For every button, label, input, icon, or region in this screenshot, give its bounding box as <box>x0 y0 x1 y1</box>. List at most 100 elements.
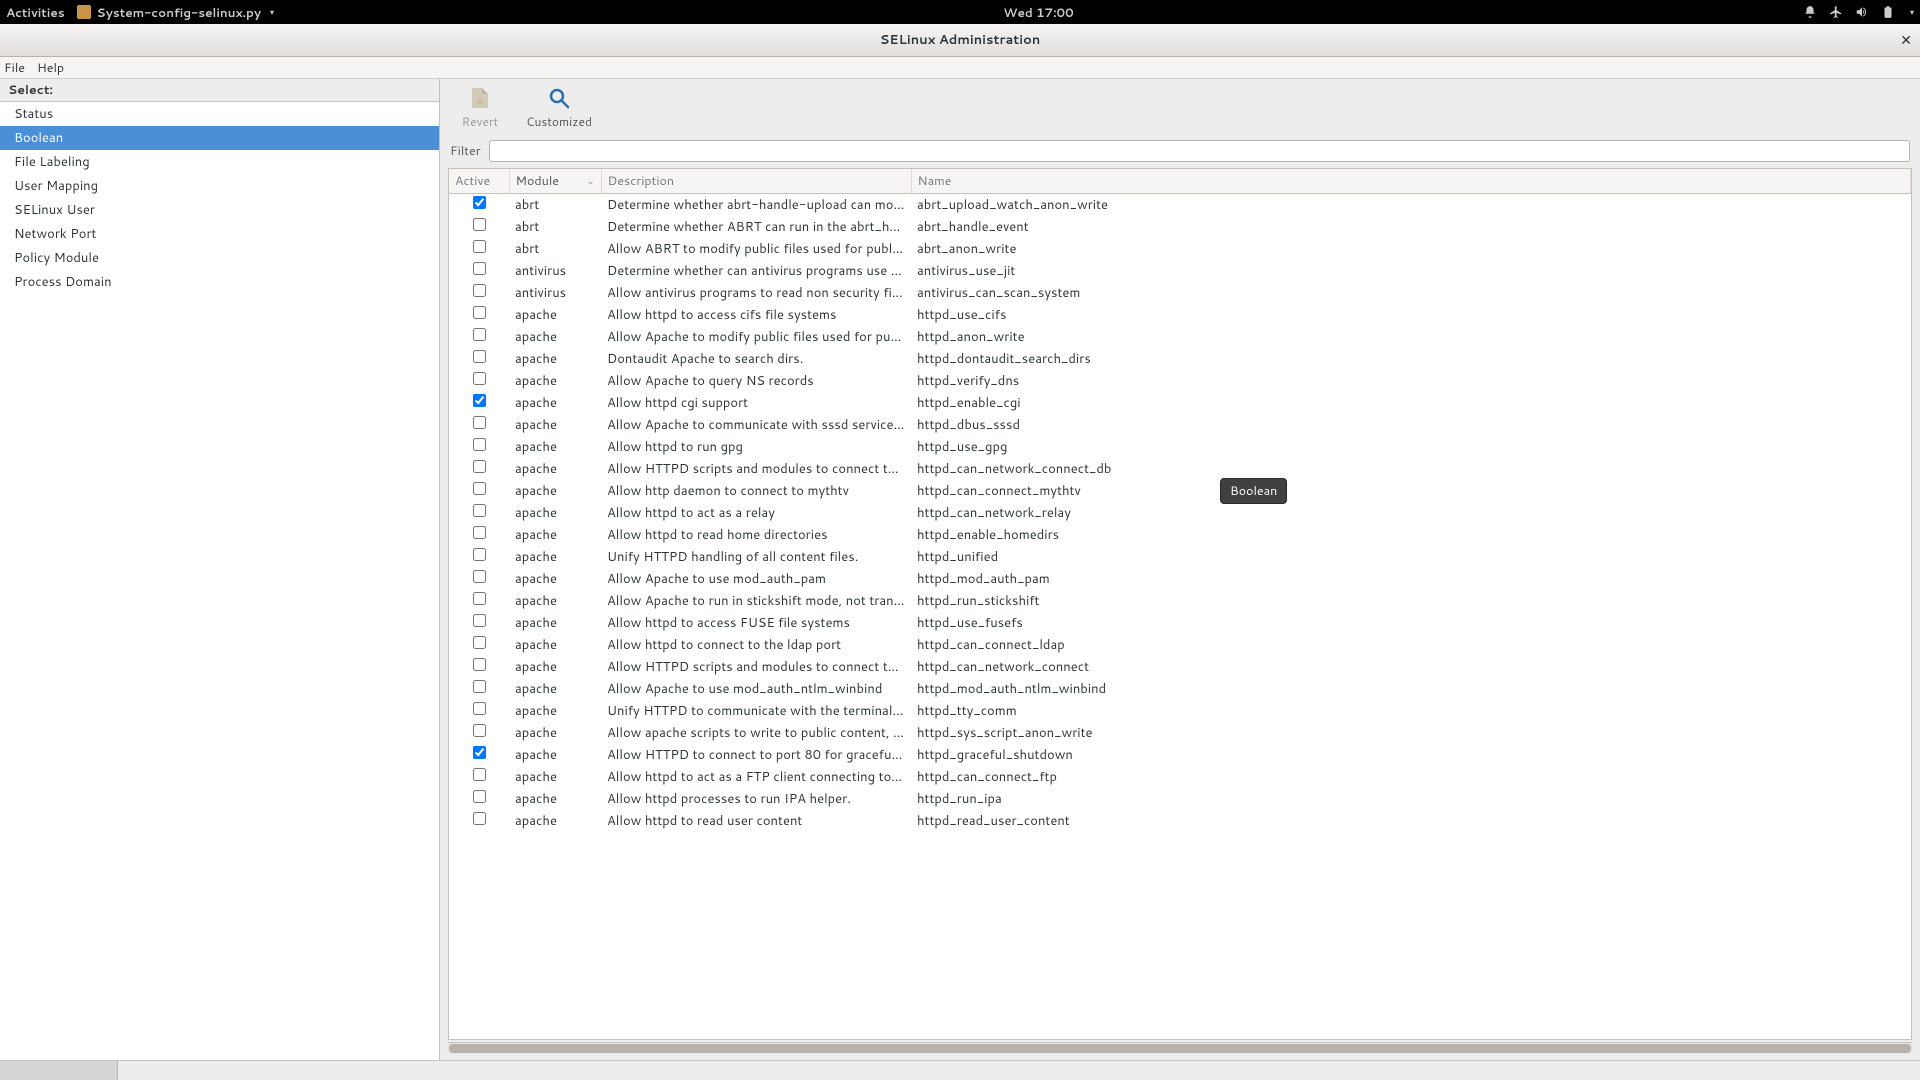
table-row[interactable]: apacheAllow HTTPD to connect to port 80 … <box>449 744 1911 766</box>
table-row[interactable]: antivirusAllow antivirus programs to rea… <box>449 282 1911 304</box>
clock[interactable]: Wed 17:00 <box>274 4 1803 21</box>
active-checkbox[interactable] <box>473 394 486 407</box>
table-row[interactable]: apacheAllow Apache to run in stickshift … <box>449 590 1911 612</box>
active-checkbox[interactable] <box>473 350 486 363</box>
table-row[interactable]: apacheAllow Apache to use mod_auth_pamht… <box>449 568 1911 590</box>
cell-module: abrt <box>509 238 601 260</box>
active-checkbox[interactable] <box>473 526 486 539</box>
table-row[interactable]: apacheAllow httpd to connect to the ldap… <box>449 634 1911 656</box>
cell-description: Allow HTTPD to connect to port 80 for gr… <box>601 744 911 766</box>
footprint-icon <box>77 5 91 19</box>
table-row[interactable]: apacheAllow httpd cgi supporthttpd_enabl… <box>449 392 1911 414</box>
boolean-table[interactable]: Active Module ⌄ Description Name abrtDet… <box>448 168 1912 1040</box>
active-checkbox[interactable] <box>473 262 486 275</box>
sidebar-item[interactable]: Process Domain <box>0 270 439 294</box>
table-row[interactable]: apacheAllow httpd processes to run IPA h… <box>449 788 1911 810</box>
cell-description: Allow HTTPD scripts and modules to conne… <box>601 656 911 678</box>
table-row[interactable]: abrtDetermine whether ABRT can run in th… <box>449 216 1911 238</box>
toolbar: Revert Customized <box>440 79 1920 136</box>
cell-name: httpd_can_connect_mythtv <box>911 480 1911 502</box>
active-checkbox[interactable] <box>473 790 486 803</box>
table-row[interactable]: apacheAllow httpd to access FUSE file sy… <box>449 612 1911 634</box>
active-checkbox[interactable] <box>473 812 486 825</box>
system-tray[interactable]: ▾ <box>1803 5 1914 19</box>
active-checkbox[interactable] <box>473 196 486 209</box>
customized-button[interactable]: Customized <box>526 85 592 130</box>
sidebar-item[interactable]: Boolean <box>0 126 439 150</box>
active-checkbox[interactable] <box>473 306 486 319</box>
filter-input[interactable] <box>489 140 1910 162</box>
activities-button[interactable]: Activities <box>6 4 65 21</box>
active-checkbox[interactable] <box>473 636 486 649</box>
sidebar-item[interactable]: File Labeling <box>0 150 439 174</box>
active-checkbox[interactable] <box>473 284 486 297</box>
table-row[interactable]: apacheAllow httpd to read home directori… <box>449 524 1911 546</box>
cell-module: apache <box>509 546 601 568</box>
table-row[interactable]: apacheUnify HTTPD handling of all conten… <box>449 546 1911 568</box>
sidebar-item[interactable]: Policy Module <box>0 246 439 270</box>
menu-file[interactable]: File <box>4 59 25 77</box>
sidebar-item[interactable]: Status <box>0 102 439 126</box>
active-checkbox[interactable] <box>473 504 486 517</box>
table-row[interactable]: antivirusDetermine whether can antivirus… <box>449 260 1911 282</box>
cell-description: Allow httpd to act as a relay <box>601 502 911 524</box>
col-header-name[interactable]: Name <box>911 169 1911 194</box>
table-row[interactable]: apacheAllow http daemon to connect to my… <box>449 480 1911 502</box>
active-checkbox[interactable] <box>473 218 486 231</box>
table-row[interactable]: apacheAllow httpd to access cifs file sy… <box>449 304 1911 326</box>
active-checkbox[interactable] <box>473 768 486 781</box>
active-checkbox[interactable] <box>473 460 486 473</box>
cell-module: apache <box>509 392 601 414</box>
cell-name: httpd_use_cifs <box>911 304 1911 326</box>
table-row[interactable]: apacheDontaudit Apache to search dirs.ht… <box>449 348 1911 370</box>
sidebar-item[interactable]: User Mapping <box>0 174 439 198</box>
cell-name: antivirus_use_jit <box>911 260 1911 282</box>
active-checkbox[interactable] <box>473 658 486 671</box>
app-menu[interactable]: System-config-selinux.py ▾ <box>77 4 274 21</box>
active-checkbox[interactable] <box>473 746 486 759</box>
table-row[interactable]: abrtDetermine whether abrt-handle-upload… <box>449 194 1911 217</box>
cell-description: Allow httpd to run gpg <box>601 436 911 458</box>
table-row[interactable]: apacheAllow Apache to use mod_auth_ntlm_… <box>449 678 1911 700</box>
table-row[interactable]: apacheAllow httpd to read user contentht… <box>449 810 1911 832</box>
close-button[interactable]: ✕ <box>1900 30 1912 50</box>
table-row[interactable]: apacheAllow httpd to act as a FTP client… <box>449 766 1911 788</box>
sidebar-item[interactable]: SELinux User <box>0 198 439 222</box>
table-row[interactable]: apacheAllow HTTPD scripts and modules to… <box>449 656 1911 678</box>
table-row[interactable]: abrtAllow ABRT to modify public files us… <box>449 238 1911 260</box>
active-checkbox[interactable] <box>473 570 486 583</box>
active-checkbox[interactable] <box>473 438 486 451</box>
cell-name: httpd_dontaudit_search_dirs <box>911 348 1911 370</box>
cell-name: httpd_mod_auth_ntlm_winbind <box>911 678 1911 700</box>
table-row[interactable]: apacheAllow Apache to communicate with s… <box>449 414 1911 436</box>
active-checkbox[interactable] <box>473 724 486 737</box>
active-checkbox[interactable] <box>473 592 486 605</box>
horizontal-scrollbar[interactable] <box>448 1042 1912 1054</box>
scrollbar-thumb[interactable] <box>449 1044 1911 1053</box>
table-row[interactable]: apacheAllow Apache to modify public file… <box>449 326 1911 348</box>
table-row[interactable]: apacheAllow HTTPD scripts and modules to… <box>449 458 1911 480</box>
active-checkbox[interactable] <box>473 548 486 561</box>
col-header-description[interactable]: Description <box>601 169 911 194</box>
col-header-module[interactable]: Module ⌄ <box>509 169 601 194</box>
table-row[interactable]: apacheAllow apache scripts to write to p… <box>449 722 1911 744</box>
cell-name: httpd_can_network_relay <box>911 502 1911 524</box>
active-checkbox[interactable] <box>473 702 486 715</box>
table-row[interactable]: apacheAllow Apache to query NS recordsht… <box>449 370 1911 392</box>
active-checkbox[interactable] <box>473 680 486 693</box>
cell-module: antivirus <box>509 260 601 282</box>
active-checkbox[interactable] <box>473 482 486 495</box>
sidebar-item[interactable]: Network Port <box>0 222 439 246</box>
active-checkbox[interactable] <box>473 416 486 429</box>
table-row[interactable]: apacheAllow httpd to act as a relayhttpd… <box>449 502 1911 524</box>
active-checkbox[interactable] <box>473 372 486 385</box>
cell-name: httpd_mod_auth_pam <box>911 568 1911 590</box>
table-row[interactable]: apacheAllow httpd to run gpghttpd_use_gp… <box>449 436 1911 458</box>
active-checkbox[interactable] <box>473 328 486 341</box>
col-header-active[interactable]: Active <box>449 169 509 194</box>
table-row[interactable]: apacheUnify HTTPD to communicate with th… <box>449 700 1911 722</box>
window-titlebar[interactable]: SELinux Administration ✕ <box>0 24 1920 57</box>
menu-help[interactable]: Help <box>37 59 64 77</box>
active-checkbox[interactable] <box>473 240 486 253</box>
active-checkbox[interactable] <box>473 614 486 627</box>
